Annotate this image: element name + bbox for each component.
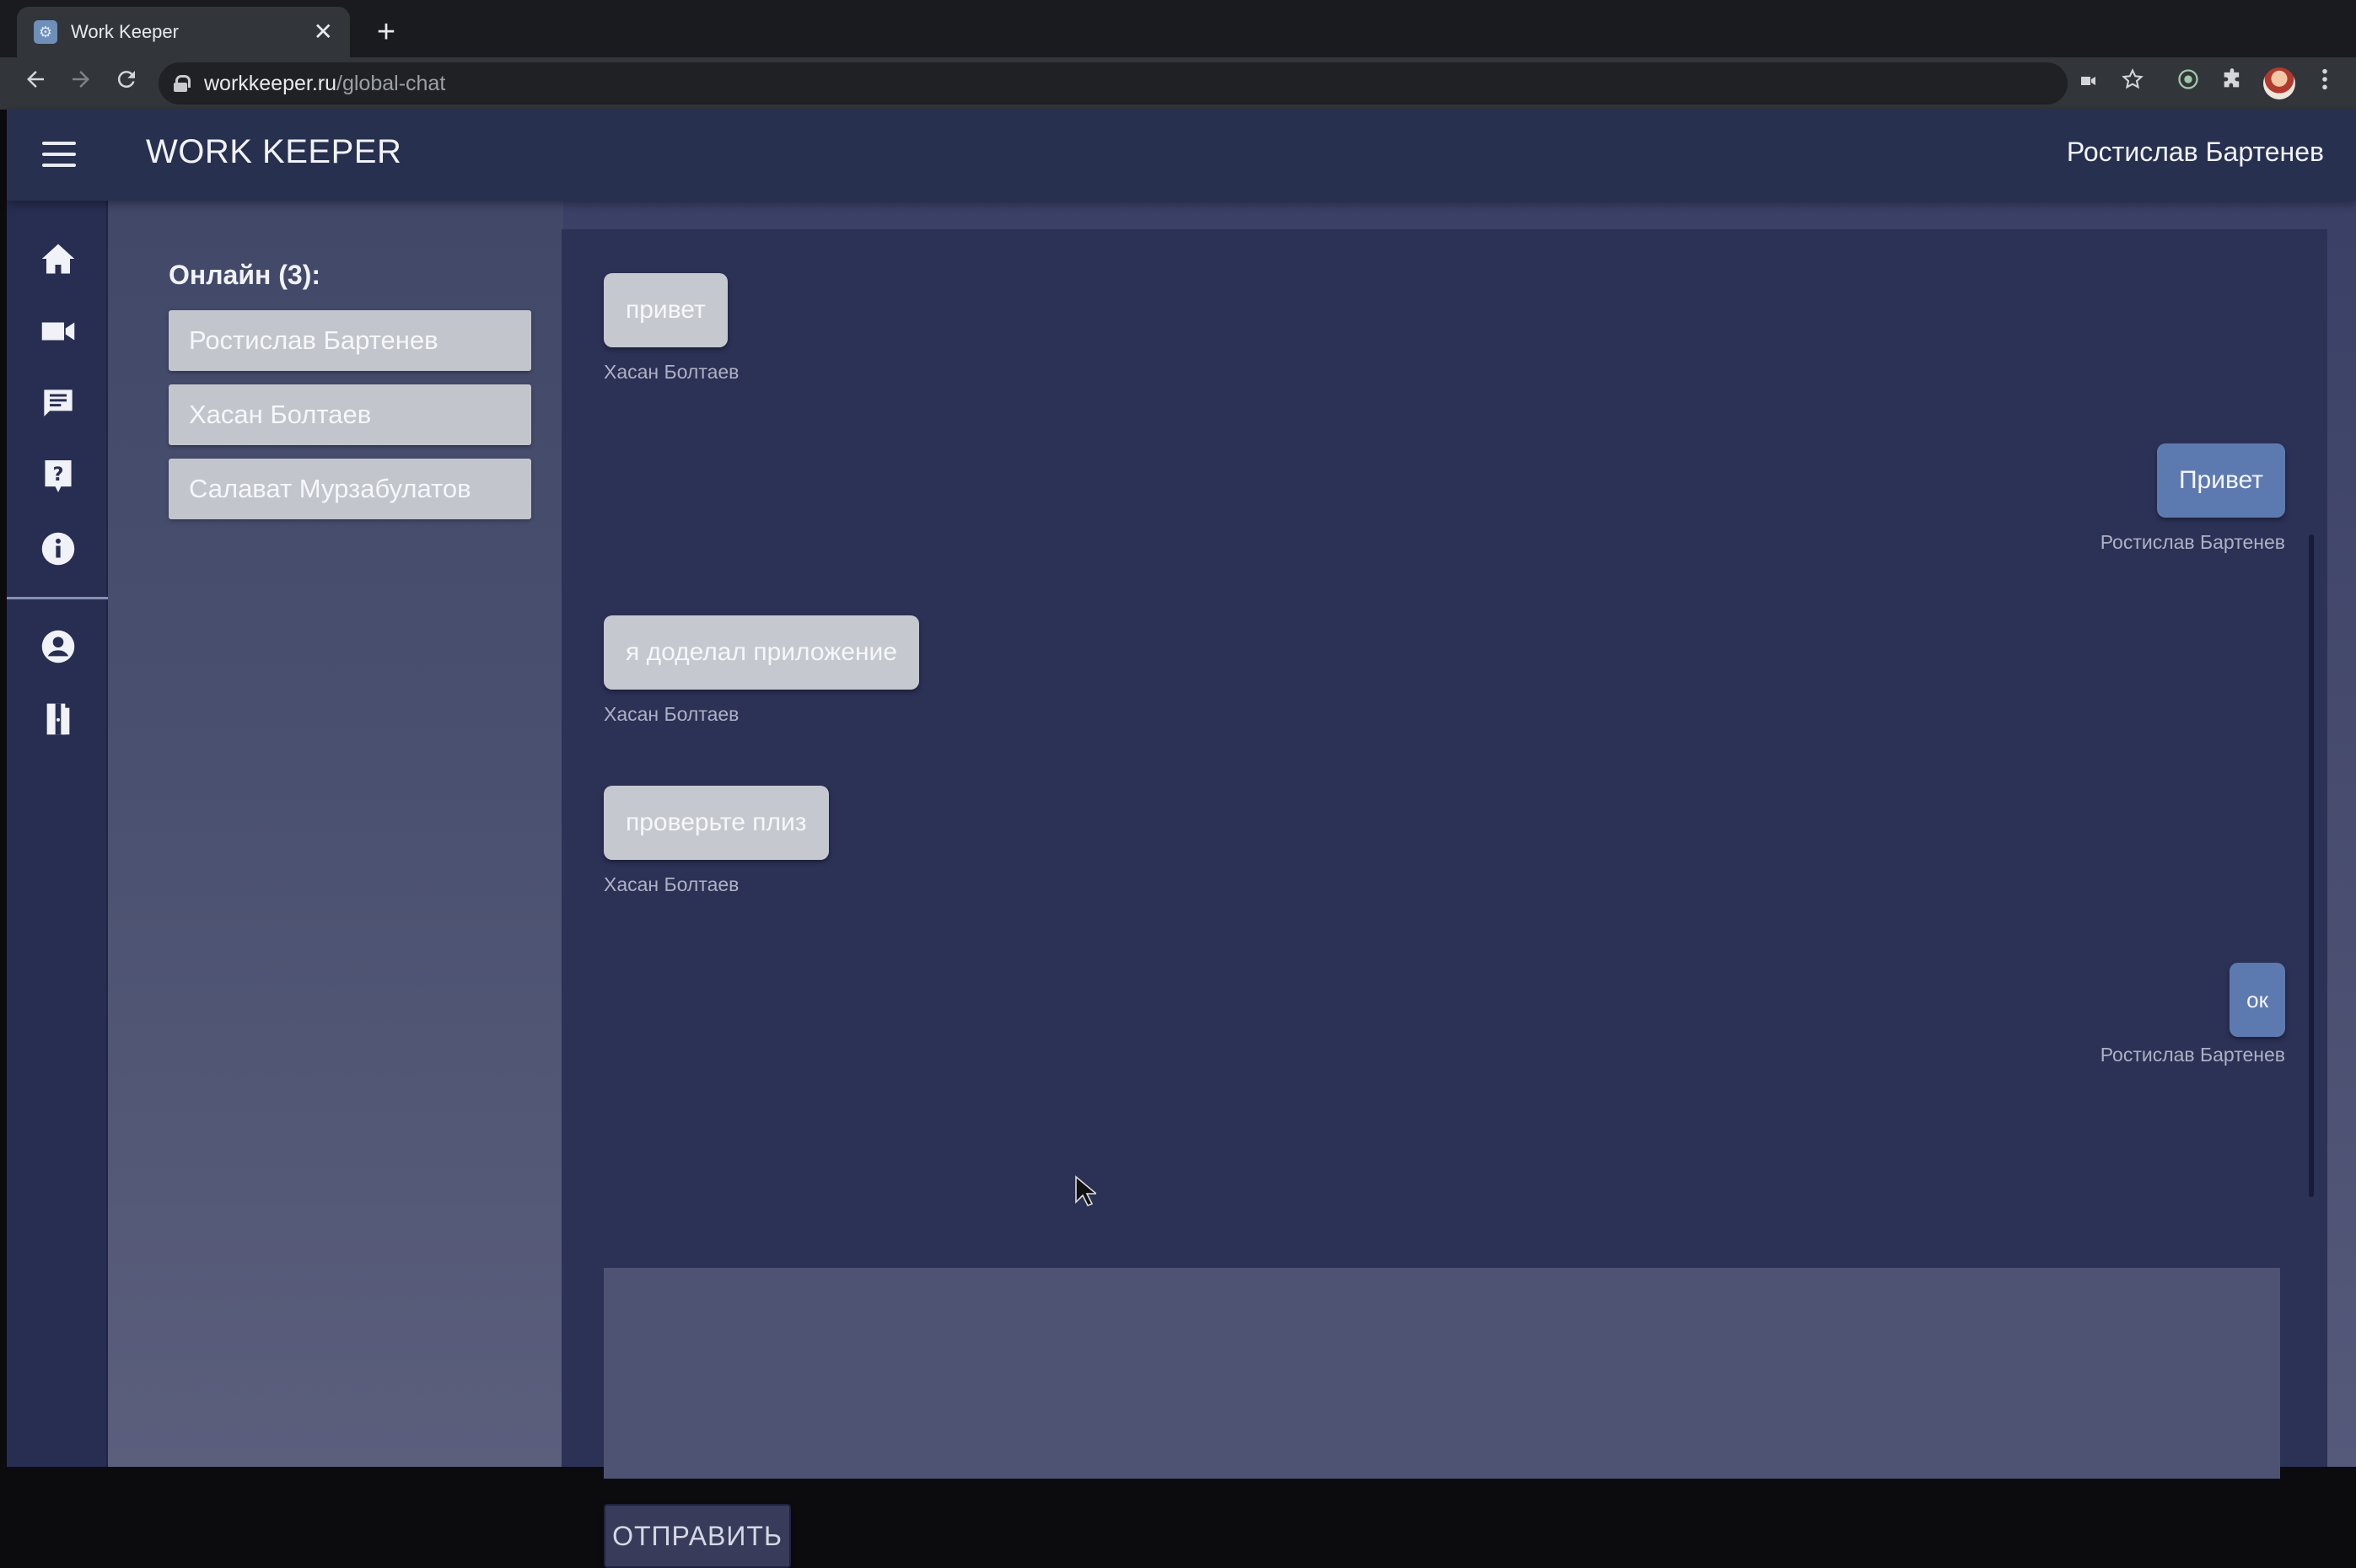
puzzle-icon[interactable]: [2214, 66, 2250, 101]
message-bubble: проверьте плиз: [604, 786, 829, 860]
app-bar: WORK KEEPER Ростислав Бартенев: [7, 110, 2356, 201]
message-input[interactable]: [604, 1268, 2280, 1479]
browser-toolbar: workkeeper.ru/global-chat: [0, 57, 2356, 110]
app-title: WORK KEEPER: [146, 133, 402, 170]
message-bubble: привет: [604, 273, 728, 347]
message-author: Ростислав Бартенев: [2100, 1044, 2285, 1066]
message-author: Ростислав Бартенев: [2100, 531, 2285, 553]
info-icon[interactable]: [39, 529, 78, 568]
message-bubble: я доделал приложение: [604, 615, 919, 690]
send-button[interactable]: ОТПРАВИТЬ: [604, 1504, 791, 1568]
message-author: Хасан Болтаев: [604, 703, 740, 725]
favicon-icon: ⚙: [34, 20, 57, 44]
online-user-item[interactable]: Салават Мурзабулатов: [169, 459, 531, 519]
reload-icon[interactable]: [106, 62, 147, 103]
back-icon[interactable]: [15, 62, 56, 103]
main-content: Онлайн (3): Ростислав Бартенев Хасан Бол…: [108, 201, 2356, 1568]
svg-text:?: ?: [52, 464, 63, 486]
browser-tab[interactable]: ⚙ Work Keeper ✕: [17, 7, 350, 57]
browser-chrome: ⚙ Work Keeper ✕ + workkeeper.ru/global-c…: [0, 0, 2356, 110]
tab-title: Work Keeper: [71, 21, 179, 42]
profile-avatar[interactable]: [2263, 67, 2295, 99]
camera-indicator-icon[interactable]: [2071, 66, 2106, 101]
url-path: /global-chat: [336, 71, 446, 95]
account-icon[interactable]: [39, 627, 78, 666]
online-count-title: Онлайн (3):: [169, 260, 320, 290]
messages-scrollbar[interactable]: [2309, 534, 2314, 1197]
address-bar[interactable]: workkeeper.ru/global-chat: [159, 62, 2068, 105]
forward-icon[interactable]: [61, 62, 101, 103]
online-user-item[interactable]: Хасан Болтаев: [169, 384, 531, 445]
home-icon[interactable]: [39, 239, 78, 278]
chat-panel: привет Хасан Болтаев Привет Ростислав Ба…: [562, 229, 2327, 1568]
message-author: Хасан Болтаев: [604, 873, 740, 895]
message-bubble: Привет: [2156, 443, 2285, 518]
message-author: Хасан Болтаев: [604, 361, 740, 383]
tab-strip: ⚙ Work Keeper ✕ +: [0, 0, 2356, 57]
menu-icon[interactable]: [42, 142, 76, 167]
bookmark-star-icon[interactable]: [2115, 66, 2150, 101]
nav-divider: [7, 597, 108, 599]
extension-icon[interactable]: [2170, 66, 2206, 101]
current-user-name[interactable]: Ростислав Бартенев: [2067, 137, 2324, 168]
chat-icon[interactable]: [39, 384, 78, 423]
url-host: workkeeper.ru: [204, 71, 337, 95]
online-user-item[interactable]: Ростислав Бартенев: [169, 310, 531, 371]
message-bubble: ок: [2230, 963, 2285, 1037]
video-camera-icon[interactable]: [39, 312, 78, 351]
work-keeper-app: WORK KEEPER Ростислав Бартенев ? Онлайн …: [7, 110, 2356, 1568]
help-icon[interactable]: ?: [39, 457, 78, 496]
side-navigation: ?: [7, 201, 108, 1467]
online-users-panel: Онлайн (3): Ростислав Бартенев Хасан Бол…: [108, 201, 563, 1467]
mouse-cursor-icon: [1075, 1175, 1096, 1207]
lock-icon[interactable]: [174, 75, 191, 92]
logout-icon[interactable]: [39, 700, 78, 738]
new-tab-button[interactable]: +: [368, 13, 405, 51]
close-tab-icon[interactable]: ✕: [314, 20, 333, 44]
more-menu-icon[interactable]: [2307, 66, 2343, 101]
